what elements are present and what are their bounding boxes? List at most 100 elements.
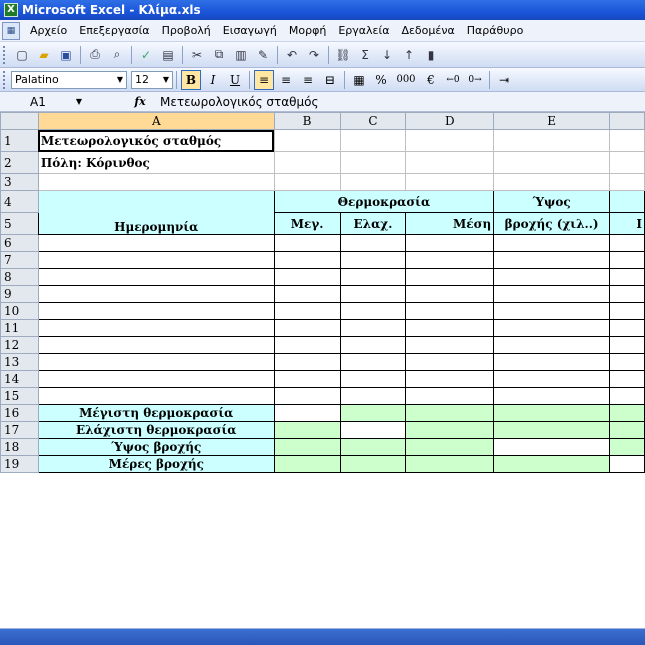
row-header[interactable]: 6 bbox=[0, 234, 39, 252]
copy-icon[interactable]: ⧉ bbox=[209, 45, 229, 65]
format-painter-icon[interactable]: ✎ bbox=[253, 45, 273, 65]
cell[interactable] bbox=[37, 268, 275, 286]
cell[interactable] bbox=[609, 336, 645, 354]
cell[interactable] bbox=[339, 129, 407, 152]
cell[interactable] bbox=[609, 190, 645, 213]
align-left-icon[interactable]: ≡ bbox=[254, 69, 274, 90]
menu-file[interactable]: Αρχείο bbox=[24, 24, 73, 37]
cell-a2[interactable]: Πόλη: Κόρινθος bbox=[37, 151, 275, 174]
cell[interactable] bbox=[273, 370, 341, 388]
cell-max-header[interactable]: Μεγ. bbox=[273, 212, 341, 235]
open-icon[interactable]: ▰ bbox=[34, 45, 54, 65]
cell[interactable] bbox=[273, 285, 341, 303]
cell[interactable] bbox=[493, 302, 611, 320]
cell[interactable] bbox=[493, 268, 611, 286]
cell[interactable] bbox=[339, 438, 407, 456]
cut-icon[interactable]: ✂ bbox=[187, 45, 207, 65]
cell[interactable] bbox=[493, 173, 611, 191]
cell[interactable] bbox=[339, 234, 407, 252]
formula-input[interactable]: Μετεωρολογικός σταθμός bbox=[160, 95, 319, 109]
increase-decimal-icon[interactable]: ←0 bbox=[443, 70, 463, 90]
cell[interactable] bbox=[273, 268, 341, 286]
cell[interactable] bbox=[37, 319, 275, 337]
select-all-corner[interactable] bbox=[0, 112, 39, 130]
row-header[interactable]: 5 bbox=[0, 212, 39, 235]
decrease-decimal-icon[interactable]: 0→ bbox=[465, 70, 485, 90]
row-header[interactable]: 17 bbox=[0, 421, 39, 439]
cell[interactable] bbox=[405, 404, 495, 422]
chart-wizard-icon[interactable]: ▮ bbox=[421, 45, 441, 65]
row-header[interactable]: 11 bbox=[0, 319, 39, 337]
comma-style-button[interactable]: 000 bbox=[393, 70, 419, 90]
row-header[interactable]: 15 bbox=[0, 387, 39, 405]
print-preview-icon[interactable]: ⌕ bbox=[107, 45, 127, 65]
euro-button[interactable]: € bbox=[421, 70, 441, 90]
cell[interactable] bbox=[273, 438, 341, 456]
cell[interactable] bbox=[609, 404, 645, 422]
autosum-icon[interactable]: Σ bbox=[355, 45, 375, 65]
row-header[interactable]: 1 bbox=[0, 129, 39, 152]
cell[interactable] bbox=[405, 319, 495, 337]
font-name-select[interactable]: Palatino ▼ bbox=[11, 70, 127, 89]
cell[interactable] bbox=[493, 404, 611, 422]
menu-data[interactable]: Δεδομένα bbox=[395, 24, 460, 37]
row-header[interactable]: 19 bbox=[0, 455, 39, 473]
cell[interactable] bbox=[405, 251, 495, 269]
cell[interactable] bbox=[405, 455, 495, 473]
font-size-select[interactable]: 12 ▼ bbox=[131, 70, 173, 89]
cell[interactable] bbox=[339, 404, 407, 422]
research-icon[interactable]: ▤ bbox=[158, 45, 178, 65]
cell-rain-days-label[interactable]: Μέρες βροχής bbox=[37, 455, 275, 473]
underline-button[interactable]: U bbox=[225, 70, 245, 90]
cell[interactable] bbox=[609, 268, 645, 286]
cell[interactable] bbox=[609, 173, 645, 191]
spelling-icon[interactable]: ✓ bbox=[136, 45, 156, 65]
menu-tools[interactable]: Εργαλεία bbox=[332, 24, 395, 37]
cell[interactable] bbox=[493, 438, 611, 456]
cell[interactable] bbox=[339, 421, 407, 439]
cell-rain-height-label[interactable]: Ύψος βροχής bbox=[37, 438, 275, 456]
cell[interactable] bbox=[339, 285, 407, 303]
cell[interactable] bbox=[37, 370, 275, 388]
row-header[interactable]: 3 bbox=[0, 173, 39, 191]
cell[interactable] bbox=[609, 319, 645, 337]
cell[interactable] bbox=[273, 234, 341, 252]
insert-function-icon[interactable]: fx bbox=[120, 95, 160, 108]
row-header[interactable]: 14 bbox=[0, 370, 39, 388]
align-center-icon[interactable]: ≡ bbox=[276, 70, 296, 90]
print-icon[interactable]: ⎙ bbox=[85, 45, 105, 65]
menu-format[interactable]: Μορφή bbox=[283, 24, 332, 37]
cell[interactable] bbox=[609, 151, 645, 174]
cell[interactable] bbox=[273, 319, 341, 337]
cell[interactable] bbox=[493, 234, 611, 252]
cell-avg-header[interactable]: Μέση bbox=[405, 212, 495, 235]
toolbar-grip[interactable] bbox=[3, 45, 7, 64]
redo-icon[interactable]: ↷ bbox=[304, 45, 324, 65]
cell[interactable] bbox=[37, 353, 275, 371]
cell-temperature-header[interactable]: Θερμοκρασία bbox=[273, 190, 495, 213]
cell[interactable] bbox=[405, 387, 495, 405]
cell-a1[interactable]: Μετεωρολογικός σταθμός bbox=[37, 129, 275, 152]
menu-insert[interactable]: Εισαγωγή bbox=[217, 24, 283, 37]
cell[interactable] bbox=[273, 302, 341, 320]
cell[interactable] bbox=[405, 129, 495, 152]
toolbar-grip[interactable] bbox=[3, 70, 7, 89]
cell[interactable] bbox=[339, 251, 407, 269]
merge-center-icon[interactable]: ⊟ bbox=[320, 70, 340, 90]
align-right-icon[interactable]: ≡ bbox=[298, 70, 318, 90]
cell[interactable] bbox=[493, 353, 611, 371]
indent-icon[interactable]: ⇥ bbox=[494, 70, 514, 90]
cell[interactable] bbox=[37, 285, 275, 303]
cell[interactable] bbox=[493, 129, 611, 152]
menu-window[interactable]: Παράθυρο bbox=[461, 24, 530, 37]
cell[interactable] bbox=[339, 370, 407, 388]
cell[interactable] bbox=[273, 336, 341, 354]
cell[interactable] bbox=[493, 151, 611, 174]
cell[interactable] bbox=[493, 251, 611, 269]
column-header-a[interactable]: A bbox=[37, 112, 275, 130]
cell[interactable] bbox=[493, 455, 611, 473]
percent-style-button[interactable]: % bbox=[371, 70, 391, 90]
cell[interactable] bbox=[405, 302, 495, 320]
sort-descending-icon[interactable]: ↑ bbox=[399, 45, 419, 65]
cell-rain-header-1[interactable]: Ύψος bbox=[493, 190, 611, 213]
